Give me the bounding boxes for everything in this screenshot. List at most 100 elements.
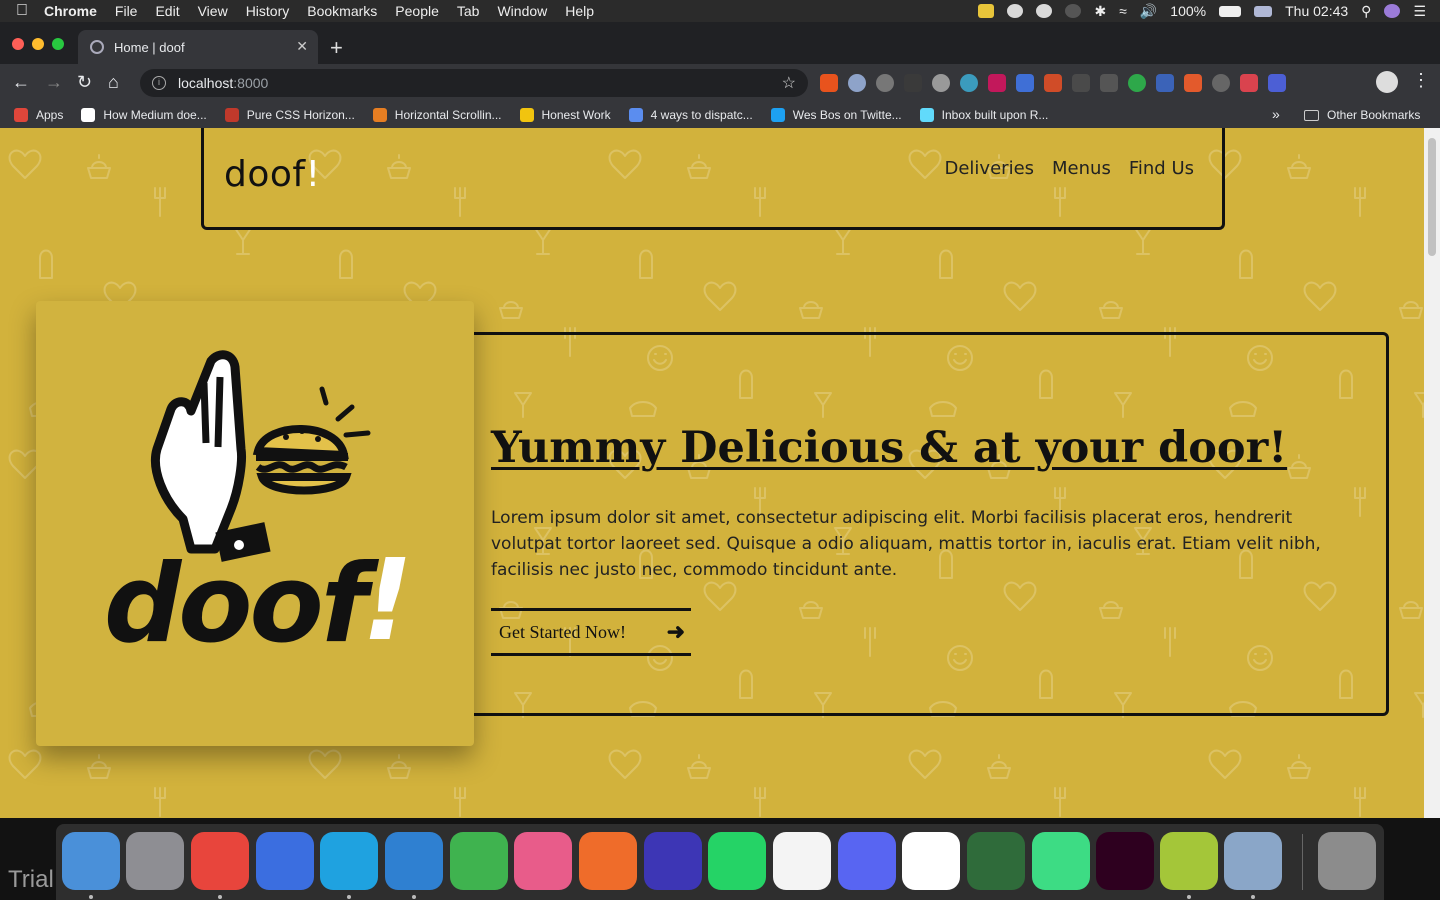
close-window-icon[interactable] bbox=[12, 38, 24, 50]
cloud-status-icon[interactable] bbox=[1007, 4, 1024, 18]
extension-orange-icon[interactable] bbox=[820, 74, 838, 92]
mongodb-compass-icon[interactable] bbox=[902, 832, 960, 890]
extension-function-icon[interactable] bbox=[1072, 74, 1090, 92]
other-bookmarks[interactable]: Other Bookmarks bbox=[1304, 102, 1420, 128]
bookmark-label: Inbox built upon R... bbox=[941, 108, 1049, 122]
extension-colorful-icon[interactable] bbox=[988, 74, 1006, 92]
nav-menus[interactable]: Menus bbox=[1052, 158, 1111, 179]
menu-file[interactable]: File bbox=[115, 3, 138, 19]
bookmark-inbox-react[interactable]: Inbox built upon R... bbox=[919, 108, 1049, 122]
siri-icon[interactable] bbox=[1384, 4, 1401, 18]
extension-react-icon[interactable] bbox=[960, 74, 978, 92]
hero-title: Yummy Delicious & at your door! bbox=[491, 423, 1288, 473]
itunes-icon[interactable] bbox=[514, 832, 572, 890]
extension-gear-icon[interactable] bbox=[932, 74, 950, 92]
extension-z-icon[interactable] bbox=[1268, 74, 1286, 92]
menu-view[interactable]: View bbox=[198, 3, 228, 19]
webstorm-icon[interactable] bbox=[320, 832, 378, 890]
site-logo[interactable]: doof! bbox=[224, 154, 321, 195]
clock[interactable]: Thu 02:43 bbox=[1285, 3, 1348, 19]
tab-home-doof[interactable]: Home | doof ✕ bbox=[78, 30, 318, 64]
preview-icon[interactable] bbox=[1224, 832, 1282, 890]
vscode-icon[interactable] bbox=[385, 832, 443, 890]
notification-center-icon[interactable]: ☰ bbox=[1413, 3, 1426, 20]
extension-leaf-icon[interactable] bbox=[1128, 74, 1146, 92]
reload-icon[interactable]: ↻ bbox=[77, 72, 92, 93]
adobe-xd-icon[interactable] bbox=[1096, 832, 1154, 890]
extension-dots-icon[interactable] bbox=[904, 74, 922, 92]
extension-pin-icon[interactable] bbox=[1100, 74, 1118, 92]
finder-icon[interactable] bbox=[62, 832, 120, 890]
purple-moon-app-icon[interactable] bbox=[644, 832, 702, 890]
chrome-icon[interactable] bbox=[191, 832, 249, 890]
menu-history[interactable]: History bbox=[246, 3, 290, 19]
extension-m-icon[interactable] bbox=[1156, 74, 1174, 92]
bookmark-horizontal-scrolling[interactable]: Horizontal Scrollin... bbox=[372, 108, 502, 122]
extension-target-icon[interactable] bbox=[876, 74, 894, 92]
site-logo-bang: ! bbox=[305, 154, 321, 195]
bookmark-star-icon[interactable]: ☆ bbox=[782, 73, 796, 93]
bookmarks-overflow-icon[interactable]: » bbox=[1272, 106, 1280, 122]
page-scrollbar[interactable] bbox=[1424, 128, 1440, 818]
extension-w-icon[interactable] bbox=[1212, 74, 1230, 92]
wifi-icon[interactable]: ≈ bbox=[1119, 3, 1127, 19]
menu-window[interactable]: Window bbox=[497, 3, 547, 19]
get-started-button[interactable]: Get Started Now! ➜ bbox=[491, 608, 691, 656]
android-file-transfer-icon[interactable] bbox=[1160, 832, 1218, 890]
bookmark-pure-css[interactable]: Pure CSS Horizon... bbox=[224, 108, 355, 122]
address-bar[interactable]: i localhost:8000 ☆ bbox=[140, 69, 808, 97]
profile-avatar[interactable] bbox=[1376, 71, 1398, 93]
menu-bookmarks[interactable]: Bookmarks bbox=[307, 3, 377, 19]
browser-toolbar: ← → ↻ ⌂ i localhost:8000 ☆ ⋮ bbox=[0, 64, 1440, 102]
dot-status-icon[interactable] bbox=[1065, 4, 1082, 18]
apple-icon[interactable]:  bbox=[0, 2, 44, 20]
green-ring-app-icon[interactable] bbox=[967, 832, 1025, 890]
firefox-icon[interactable] bbox=[256, 832, 314, 890]
bookmark-medium[interactable]: How Medium doe... bbox=[81, 108, 207, 122]
bookmark-apps[interactable]: Apps bbox=[14, 108, 63, 122]
brand-mark-text: doof bbox=[104, 542, 380, 667]
extension-red-icon[interactable] bbox=[1044, 74, 1062, 92]
twitter-icon bbox=[770, 108, 785, 122]
slack-icon[interactable] bbox=[773, 832, 831, 890]
extension-shield-icon[interactable] bbox=[1240, 74, 1258, 92]
bookmark-wes-bos[interactable]: Wes Bos on Twitte... bbox=[770, 108, 902, 122]
menu-help[interactable]: Help bbox=[565, 3, 594, 19]
other-bookmarks-label: Other Bookmarks bbox=[1327, 108, 1421, 122]
timer-status-icon[interactable] bbox=[1036, 4, 1053, 18]
nav-deliveries[interactable]: Deliveries bbox=[945, 158, 1035, 179]
volume-icon[interactable]: 🔊 bbox=[1140, 3, 1157, 20]
zoom-window-icon[interactable] bbox=[52, 38, 64, 50]
menu-edit[interactable]: Edit bbox=[155, 3, 179, 19]
bluetooth-icon[interactable]: ✱ bbox=[1094, 3, 1106, 20]
launchpad-icon[interactable] bbox=[126, 832, 184, 890]
battery-icon[interactable] bbox=[1219, 5, 1242, 17]
discord-icon[interactable] bbox=[838, 832, 896, 890]
site-info-icon[interactable]: i bbox=[152, 76, 166, 90]
menu-tab[interactable]: Tab bbox=[457, 3, 480, 19]
close-tab-icon[interactable]: ✕ bbox=[296, 38, 308, 55]
extension-flame-icon[interactable] bbox=[1184, 74, 1202, 92]
flag-icon[interactable] bbox=[1254, 5, 1273, 17]
forward-icon[interactable]: → bbox=[45, 72, 63, 93]
spotlight-search-icon[interactable]: ⚲ bbox=[1361, 3, 1371, 20]
extension-blue-circle-icon[interactable] bbox=[848, 74, 866, 92]
whatsapp-icon[interactable] bbox=[708, 832, 766, 890]
bookmark-dispatch[interactable]: 4 ways to dispatc... bbox=[628, 108, 753, 122]
chrome-menu-icon[interactable]: ⋮ bbox=[1412, 70, 1430, 91]
menu-app-name[interactable]: Chrome bbox=[44, 3, 97, 19]
scrollbar-thumb[interactable] bbox=[1428, 138, 1436, 256]
android-studio-icon[interactable] bbox=[1032, 832, 1090, 890]
menu-people[interactable]: People bbox=[395, 3, 439, 19]
new-tab-icon[interactable]: + bbox=[330, 35, 343, 61]
evernote-icon[interactable] bbox=[450, 832, 508, 890]
trash-icon[interactable] bbox=[1318, 832, 1376, 890]
home-icon[interactable]: ⌂ bbox=[108, 72, 119, 93]
bookmark-honest-work[interactable]: Honest Work bbox=[519, 108, 611, 122]
postman-icon[interactable] bbox=[579, 832, 637, 890]
nav-find-us[interactable]: Find Us bbox=[1129, 158, 1194, 179]
extension-window-icon[interactable] bbox=[1016, 74, 1034, 92]
shield-status-icon[interactable] bbox=[978, 4, 995, 18]
back-icon[interactable]: ← bbox=[12, 72, 30, 93]
minimize-window-icon[interactable] bbox=[32, 38, 44, 50]
